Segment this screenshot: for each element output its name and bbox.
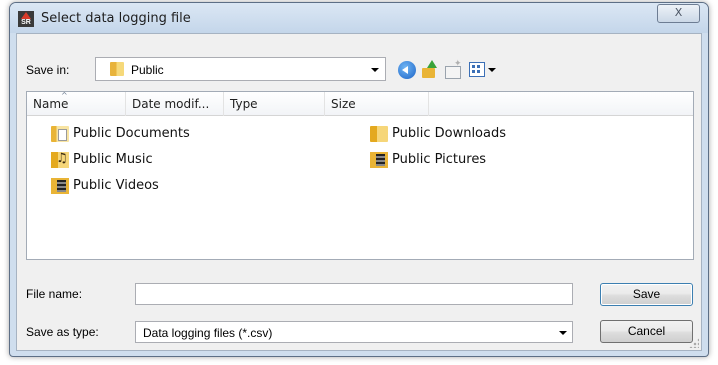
sort-ascending-icon: ^	[61, 91, 68, 100]
list-item-label: Public Videos	[73, 178, 159, 193]
documents-folder-icon	[51, 126, 69, 142]
up-folder-icon[interactable]	[421, 60, 439, 78]
downloads-folder-icon	[370, 126, 388, 142]
list-item-public-documents[interactable]: Public Documents	[51, 124, 251, 144]
dialog-title: Select data logging file	[41, 11, 191, 26]
chevron-down-icon[interactable]	[371, 68, 379, 72]
cancel-button[interactable]: Cancel	[600, 320, 693, 343]
save-in-label: Save in:	[26, 63, 70, 77]
chevron-down-icon[interactable]	[559, 331, 567, 335]
save-dialog-window: SR Select data logging file X Save in: P…	[9, 2, 709, 357]
column-header-date-modified[interactable]: Date modif...	[126, 92, 224, 116]
list-item-public-music[interactable]: Public Music	[51, 149, 251, 170]
list-item-public-downloads[interactable]: Public Downloads	[370, 124, 570, 144]
file-list[interactable]: ^ Name Date modif... Type Size Public Do…	[26, 91, 694, 260]
save-in-dropdown[interactable]: Public	[95, 57, 386, 81]
column-header-size[interactable]: Size	[325, 92, 429, 116]
save-in-value: Public	[131, 63, 164, 77]
folder-icon	[110, 62, 124, 76]
videos-folder-icon	[51, 178, 69, 194]
file-name-input[interactable]	[135, 283, 573, 305]
list-header: ^ Name Date modif... Type Size	[27, 91, 693, 116]
column-header-type[interactable]: Type	[224, 92, 325, 116]
views-menu-icon[interactable]	[469, 62, 485, 77]
views-dropdown-chevron-icon[interactable]	[488, 68, 496, 72]
file-name-label: File name:	[26, 287, 83, 301]
column-header-name[interactable]: ^ Name	[27, 91, 126, 116]
list-item-public-videos[interactable]: Public Videos	[51, 176, 251, 196]
back-icon[interactable]	[398, 61, 416, 79]
save-button[interactable]: Save	[600, 283, 693, 306]
close-button[interactable]: X	[657, 4, 700, 23]
list-item-label: Public Downloads	[392, 126, 506, 141]
save-as-type-label: Save as type:	[26, 325, 99, 339]
title-bar[interactable]: SR Select data logging file X	[10, 3, 708, 33]
app-logo-icon: SR	[18, 11, 34, 27]
save-as-type-dropdown[interactable]: Data logging files (*.csv)	[135, 321, 573, 343]
list-item-label: Public Documents	[73, 126, 190, 141]
dialog-body: Save in: Public ^ Name Date modif... Typ…	[16, 33, 702, 351]
list-item-label: Public Music	[73, 152, 153, 167]
list-item-label: Public Pictures	[392, 152, 487, 167]
save-as-type-value: Data logging files (*.csv)	[143, 326, 273, 340]
list-item-public-pictures[interactable]: Public Pictures	[370, 150, 570, 170]
music-folder-icon	[51, 149, 69, 169]
new-folder-icon[interactable]	[444, 58, 462, 80]
pictures-folder-icon	[370, 152, 388, 168]
